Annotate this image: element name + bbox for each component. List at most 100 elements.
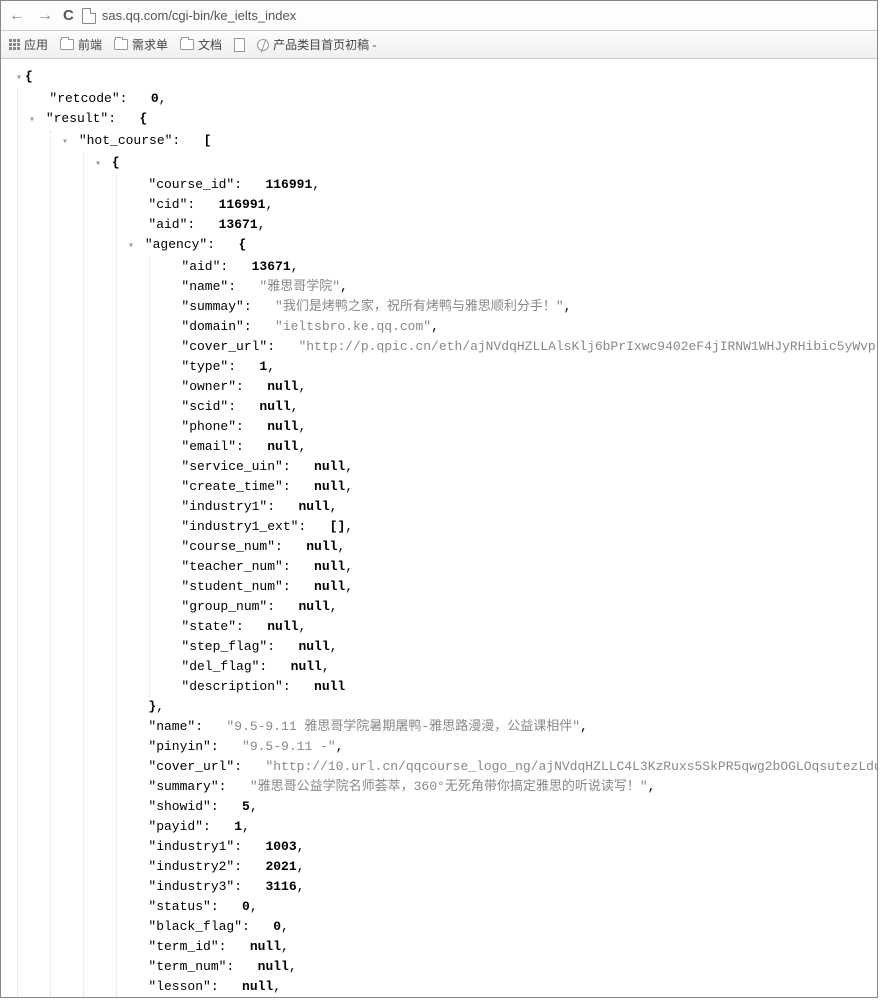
json-key: "domain": <box>181 317 251 337</box>
json-string: "http://p.qpic.cn/eth/ajNVdqHZLLAlsKlj6b… <box>298 337 878 357</box>
json-string: "ieltsbro.ke.qq.com" <box>275 317 431 337</box>
apps-button[interactable]: 应用 <box>9 36 48 53</box>
json-key: "cover_url": <box>181 337 275 357</box>
bookmark-label: 需求单 <box>132 36 168 53</box>
json-key: "lesson": <box>148 977 218 997</box>
json-viewer: ▾{ "retcode": 0, ▾ "result": { ▾ "hot_co… <box>1 59 877 998</box>
forward-button[interactable]: → <box>35 7 55 25</box>
bookmark-page-product[interactable]: 产品类目首页初稿 - <box>257 36 376 53</box>
json-null: null <box>314 477 345 497</box>
bookmark-page[interactable] <box>234 38 245 52</box>
json-key: "black_flag": <box>148 917 249 937</box>
json-key: "create_time": <box>181 477 290 497</box>
back-button[interactable]: ← <box>7 7 27 25</box>
json-key: "summary": <box>148 777 226 797</box>
toggle-icon[interactable]: ▾ <box>59 133 71 153</box>
toggle-icon[interactable]: ▾ <box>92 155 104 175</box>
bookmark-label: 前端 <box>78 36 102 53</box>
json-key: "industry2": <box>148 857 242 877</box>
bookmark-folder-requirements[interactable]: 需求单 <box>114 36 168 53</box>
json-key: "aid": <box>148 215 195 235</box>
bookmark-label: 产品类目首页初稿 - <box>273 36 376 53</box>
json-key: "course_num": <box>181 537 282 557</box>
json-key: "term_id": <box>148 937 226 957</box>
page-icon <box>82 8 96 24</box>
json-bracket: [] <box>330 517 346 537</box>
toggle-icon[interactable]: ▾ <box>26 111 38 131</box>
json-brace: } <box>148 697 156 717</box>
json-number: 5 <box>242 797 250 817</box>
json-string: "http://10.url.cn/qqcourse_logo_ng/ajNVd… <box>265 757 878 777</box>
json-key: "name": <box>181 277 236 297</box>
json-key: "term_num": <box>148 957 234 977</box>
json-key: "agency": <box>145 235 215 255</box>
bookmarks-bar: 应用 前端 需求单 文档 产品类目首页初稿 - <box>1 31 877 59</box>
json-key: "email": <box>181 437 243 457</box>
json-key: "showid": <box>148 797 218 817</box>
json-key: "pinyin": <box>148 737 218 757</box>
json-number: 13671 <box>219 215 258 235</box>
json-number: 0 <box>151 89 159 109</box>
json-key: "student_num": <box>181 577 290 597</box>
json-key: "cid": <box>148 195 195 215</box>
json-key: "aid": <box>181 257 228 277</box>
json-null: null <box>314 557 345 577</box>
json-number: 13671 <box>252 257 291 277</box>
json-key: "del_flag": <box>181 657 267 677</box>
folder-icon <box>60 39 74 50</box>
json-key: "course_id": <box>148 175 242 195</box>
toggle-icon[interactable]: ▾ <box>13 69 25 89</box>
json-null: null <box>314 457 345 477</box>
json-number: 1003 <box>265 837 296 857</box>
json-brace: { <box>25 67 33 87</box>
json-null: null <box>259 397 290 417</box>
json-key: "step_flag": <box>181 637 275 657</box>
json-key: "name": <box>148 717 203 737</box>
json-key: "phone": <box>181 417 243 437</box>
json-bracket: [ <box>204 131 212 151</box>
bookmark-folder-docs[interactable]: 文档 <box>180 36 222 53</box>
toggle-icon[interactable]: ▾ <box>125 237 137 257</box>
json-brace: { <box>238 235 246 255</box>
refresh-button[interactable]: C <box>63 7 74 24</box>
json-null: null <box>242 977 273 997</box>
json-null: null <box>267 437 298 457</box>
json-key: "scid": <box>181 397 236 417</box>
bookmark-folder-frontend[interactable]: 前端 <box>60 36 102 53</box>
json-key: "status": <box>148 897 218 917</box>
json-key: "payid": <box>148 817 210 837</box>
json-null: null <box>298 637 329 657</box>
json-key: "hot_course": <box>79 131 180 151</box>
json-null: null <box>306 537 337 557</box>
json-null: null <box>250 937 281 957</box>
json-string: "雅思哥学院" <box>259 277 340 297</box>
json-null: null <box>298 497 329 517</box>
json-null: null <box>267 377 298 397</box>
json-null: null <box>314 577 345 597</box>
json-number: 3116 <box>265 877 296 897</box>
json-number: 0 <box>242 897 250 917</box>
json-number: 116991 <box>219 195 266 215</box>
json-key: "owner": <box>181 377 243 397</box>
json-null: null <box>298 597 329 617</box>
json-key: "type": <box>181 357 236 377</box>
folder-icon <box>180 39 194 50</box>
apps-label: 应用 <box>24 36 48 53</box>
json-string: "9.5-9.11 -" <box>242 737 336 757</box>
json-key: "state": <box>181 617 243 637</box>
json-key: "result": <box>46 109 116 129</box>
address-bar[interactable]: sas.qq.com/cgi-bin/ke_ielts_index <box>82 8 871 24</box>
json-key: "teacher_num": <box>181 557 290 577</box>
json-null: null <box>267 617 298 637</box>
json-key: "service_uin": <box>181 457 290 477</box>
json-number: 1 <box>234 817 242 837</box>
json-brace: { <box>112 153 120 173</box>
json-null: null <box>258 957 289 977</box>
json-key: "industry1_ext": <box>181 517 306 537</box>
bookmark-label: 文档 <box>198 36 222 53</box>
json-key: "industry3": <box>148 877 242 897</box>
json-key: "summay": <box>181 297 251 317</box>
url-text: sas.qq.com/cgi-bin/ke_ielts_index <box>102 8 296 23</box>
folder-icon <box>114 39 128 50</box>
json-key: "industry1": <box>181 497 275 517</box>
